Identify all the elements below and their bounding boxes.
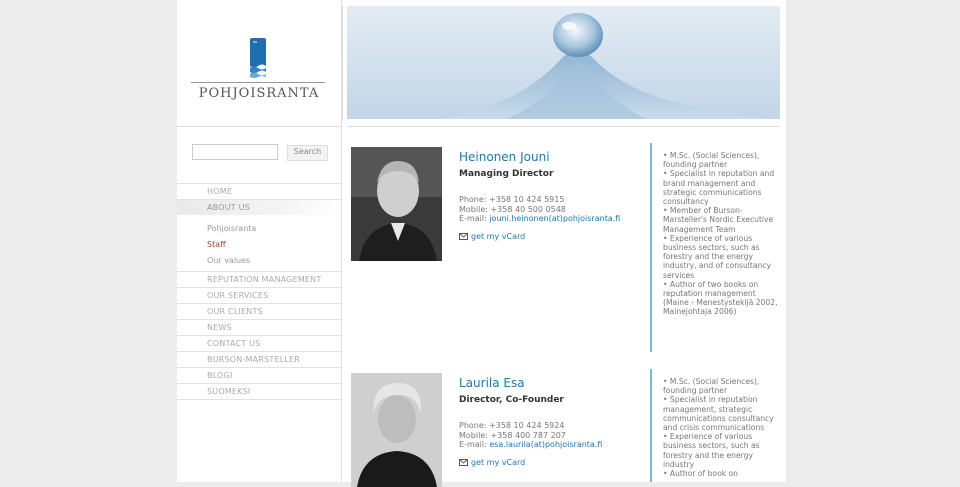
header-banner-image (347, 6, 780, 119)
staff-email-link[interactable]: jouni.heinonen(at)pohjoisranta.fi (489, 214, 620, 223)
staff-profile: Laurila Esa Director, Co-Founder Phone: … (351, 369, 781, 487)
main-nav: HOME ABOUT US Pohjoisranta Staff Our val… (177, 183, 341, 400)
vcard-icon (459, 459, 468, 466)
nav-item-about-us[interactable]: ABOUT US (177, 199, 341, 215)
bio-item: • M.Sc. (Social Sciences), founding part… (663, 151, 760, 170)
bio-item: • Author of book on (663, 469, 738, 479)
nav-item-our-services[interactable]: OUR SERVICES (177, 287, 341, 303)
about-submenu: Pohjoisranta Staff Our values (177, 215, 341, 271)
bio-item: • Member of Burson-Marsteller's Nordic E… (663, 206, 774, 234)
logo-mark-icon (250, 38, 266, 78)
bio-item: • M.Sc. (Social Sciences), founding part… (663, 377, 760, 396)
nav-item-reputation-management[interactable]: REPUTATION MANAGEMENT (177, 271, 341, 287)
page: POHJOISRANTA Search HOME ABOUT US Pohjoi… (177, 0, 786, 487)
staff-bio: • M.Sc. (Social Sciences), founding part… (663, 151, 779, 317)
staff-title: Managing Director (459, 169, 554, 179)
banner-divider (347, 126, 780, 127)
subnav-item-staff[interactable]: Staff (177, 237, 341, 253)
bio-item: • Specialist in reputation and brand man… (663, 169, 775, 207)
nav-item-home[interactable]: HOME (177, 183, 341, 199)
staff-email-label: E-mail: (459, 214, 490, 223)
staff-name: Heinonen Jouni (459, 150, 550, 164)
subnav-item-our-values[interactable]: Our values (177, 253, 341, 269)
vcard-icon (459, 233, 468, 240)
nav-item-contact-us[interactable]: CONTACT US (177, 335, 341, 351)
nav-divider (177, 399, 341, 400)
bio-item: • Experience of various business sectors… (663, 432, 760, 469)
vcard-label: get my vCard (471, 458, 526, 467)
staff-photo (351, 147, 442, 261)
search-button[interactable]: Search (287, 145, 328, 161)
logo-divider (191, 82, 325, 83)
header-divider (342, 6, 343, 120)
logo-wordmark: POHJOISRANTA (198, 86, 320, 101)
vcard-link[interactable]: get my vCard (459, 458, 525, 467)
staff-contact: Phone: +358 10 424 5915 Mobile: +358 40 … (459, 195, 620, 224)
subnav-item-pohjoisranta[interactable]: Pohjoisranta (177, 221, 341, 237)
logo[interactable]: POHJOISRANTA (177, 0, 341, 127)
vcard-label: get my vCard (471, 232, 526, 241)
bio-item: • Author of two books on reputation mana… (663, 279, 778, 317)
staff-phone: Phone: +358 10 424 5915 (459, 195, 565, 204)
search-input[interactable] (192, 144, 278, 160)
nav-item-blogi[interactable]: BLOGI (177, 367, 341, 383)
left-column: POHJOISRANTA Search HOME ABOUT US Pohjoi… (177, 0, 342, 482)
staff-profile: Heinonen Jouni Managing Director Phone: … (351, 143, 781, 367)
staff-email-link[interactable]: esa.laurila(at)pohjoisranta.fi (489, 440, 602, 449)
staff-photo (351, 373, 442, 487)
nav-item-burson-marsteller[interactable]: BURSON-MARSTELLER (177, 351, 341, 367)
nav-item-our-clients[interactable]: OUR CLIENTS (177, 303, 341, 319)
bio-divider (650, 369, 652, 482)
staff-email-label: E-mail: (459, 440, 490, 449)
staff-email-row: E-mail: esa.laurila(at)pohjoisranta.fi (459, 440, 602, 450)
staff-mobile: Mobile: +358 40 500 0548 (459, 204, 566, 214)
staff-contact: Phone: +358 10 424 5924 Mobile: +358 400… (459, 421, 602, 450)
nav-item-suomeksi[interactable]: SUOMEKSI (177, 383, 341, 399)
staff-bio: • M.Sc. (Social Sciences), founding part… (663, 377, 779, 482)
staff-title: Director, Co-Founder (459, 395, 564, 405)
staff-mobile: Mobile: +358 400 787 207 (459, 430, 566, 440)
vcard-link[interactable]: get my vCard (459, 232, 525, 241)
bio-item: • Specialist in reputation management, s… (663, 395, 774, 433)
staff-name: Laurila Esa (459, 376, 525, 390)
bio-divider (650, 143, 652, 352)
staff-phone: Phone: +358 10 424 5924 (459, 421, 565, 430)
nav-item-news[interactable]: NEWS (177, 319, 341, 335)
staff-email-row: E-mail: jouni.heinonen(at)pohjoisranta.f… (459, 214, 620, 224)
bio-item: • Experience of various business sectors… (663, 233, 771, 280)
